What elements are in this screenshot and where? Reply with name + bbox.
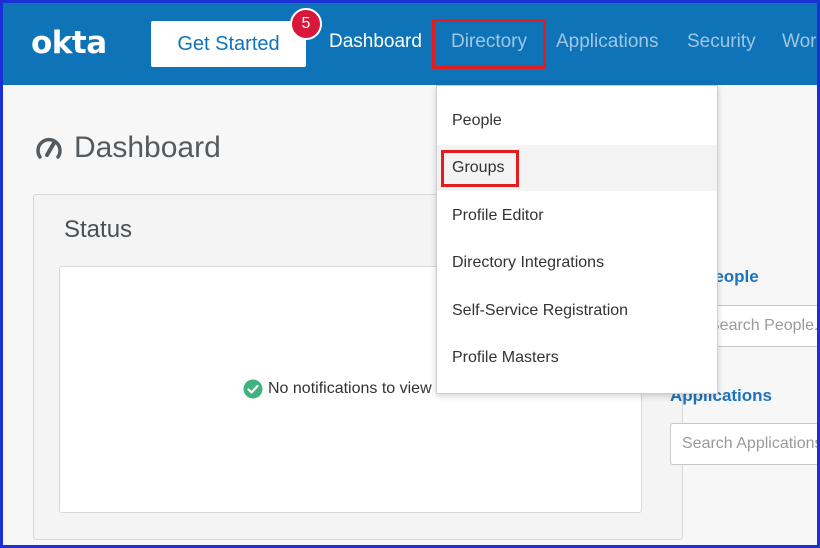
no-notifications-text: No notifications to view <box>268 380 432 397</box>
nav-applications[interactable]: Applications <box>556 31 658 53</box>
okta-logo[interactable]: okta <box>31 25 107 61</box>
directory-dropdown-menu: People Groups Profile Editor Directory I… <box>436 85 718 394</box>
page-title: Dashboard <box>34 131 221 165</box>
menu-item-self-service-registration[interactable]: Self-Service Registration <box>437 288 717 334</box>
top-navigation-bar: okta Get Started 5 Dashboard Directory A… <box>3 3 817 85</box>
status-heading: Status <box>64 216 133 243</box>
notification-badge[interactable]: 5 <box>290 8 322 40</box>
menu-item-profile-editor[interactable]: Profile Editor <box>437 193 717 239</box>
get-started-button[interactable]: Get Started <box>151 21 306 67</box>
no-notifications-message: No notifications to view <box>243 379 432 399</box>
nav-dashboard[interactable]: Dashboard <box>329 31 422 53</box>
nav-security[interactable]: Security <box>687 31 756 53</box>
menu-item-directory-integrations[interactable]: Directory Integrations <box>437 240 717 286</box>
screenshot-frame: okta Get Started 5 Dashboard Directory A… <box>0 0 820 548</box>
groups-highlight-box <box>441 150 519 187</box>
gauge-icon <box>36 137 62 159</box>
menu-item-people[interactable]: People <box>437 98 717 144</box>
page-title-text: Dashboard <box>74 131 221 164</box>
menu-item-profile-masters[interactable]: Profile Masters <box>437 335 717 381</box>
applications-search-input[interactable] <box>670 423 817 465</box>
directory-highlight-box <box>432 19 546 69</box>
check-circle-icon <box>243 379 263 399</box>
nav-workflow[interactable]: Wor <box>782 31 816 53</box>
